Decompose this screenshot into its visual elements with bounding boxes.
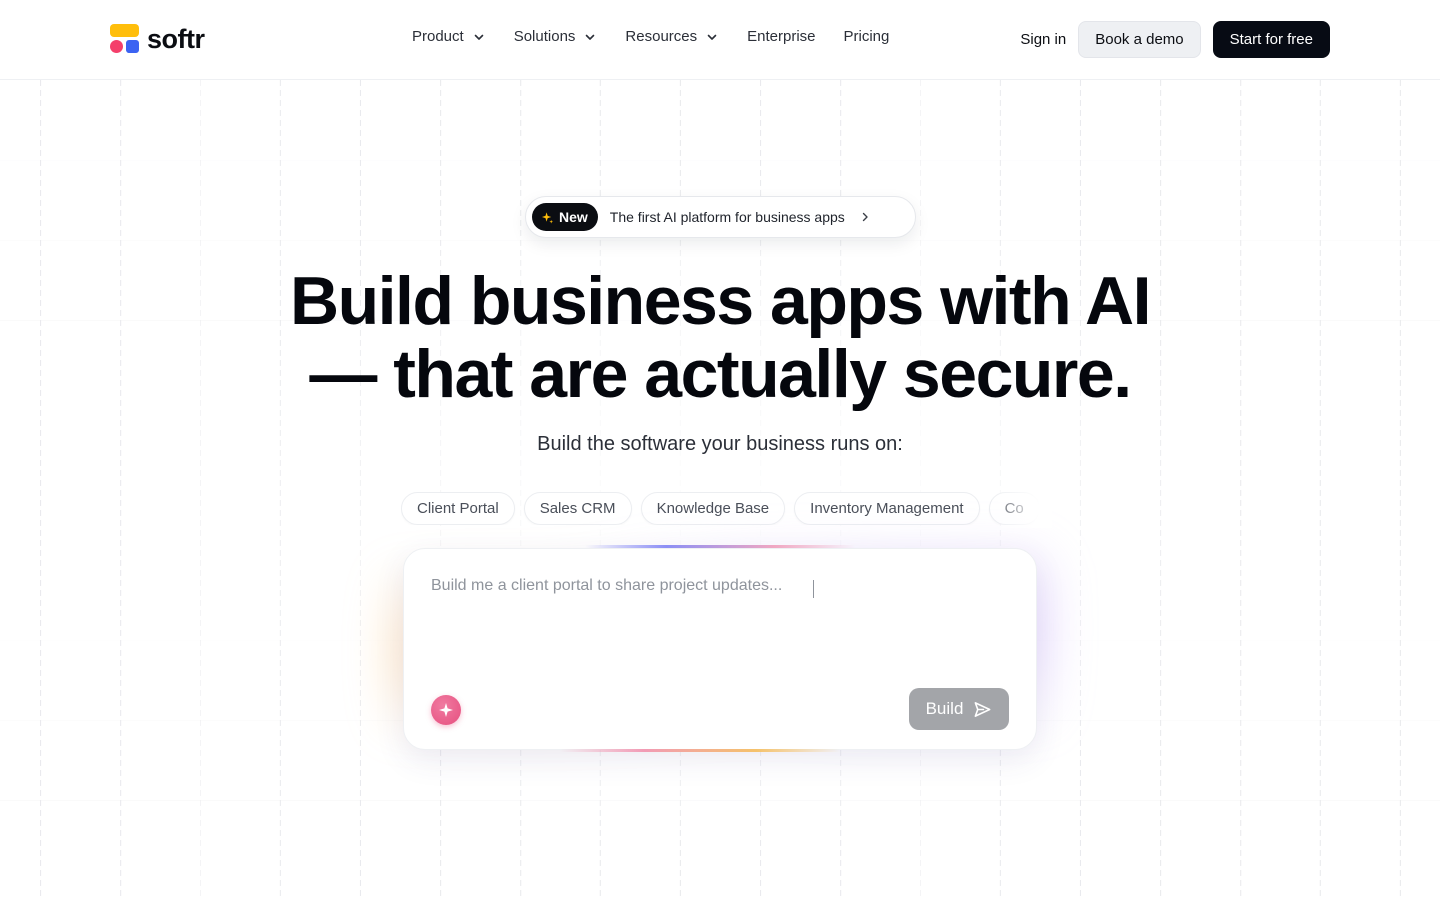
use-case-chips: Client Portal Sales CRM Knowledge Base I… xyxy=(401,492,1051,525)
prompt-gradient-top xyxy=(585,545,855,548)
nav-item-label: Product xyxy=(412,28,464,45)
sparkle-icon[interactable] xyxy=(431,695,461,725)
nav-item-label: Enterprise xyxy=(747,28,816,45)
nav-item-product[interactable]: Product xyxy=(412,28,486,45)
sign-in-link[interactable]: Sign in xyxy=(1020,31,1066,48)
build-button-label: Build xyxy=(925,699,964,718)
announcement-badge[interactable]: New The first AI platform for business a… xyxy=(525,196,916,238)
build-button[interactable]: Build xyxy=(909,688,1009,730)
send-icon xyxy=(974,701,991,717)
new-tag-label: New xyxy=(559,209,588,225)
logo-wordmark: softr xyxy=(147,24,205,54)
nav-item-pricing[interactable]: Pricing xyxy=(844,28,890,45)
chevron-down-icon xyxy=(586,34,595,40)
main-nav: Product Solutions Resources Enterprise P… xyxy=(412,28,889,45)
start-free-button[interactable]: Start for free xyxy=(1212,21,1330,58)
headline-line-2: — that are actually secure. xyxy=(309,336,1132,412)
prompt-input[interactable] xyxy=(431,577,991,595)
chip-client-portal[interactable]: Client Portal xyxy=(401,492,515,525)
nav-item-solutions[interactable]: Solutions xyxy=(514,28,598,45)
chips-fade-overlay xyxy=(990,488,1052,528)
hero-headline: Build business apps with AI — that are a… xyxy=(270,265,1170,411)
chevron-down-icon xyxy=(707,34,717,40)
headline-line-1: Build business apps with AI xyxy=(290,263,1151,339)
nav-item-label: Solutions xyxy=(513,28,576,45)
logo-mark-icon xyxy=(110,24,139,54)
header-actions: Sign in Book a demo Start for free xyxy=(1020,21,1330,58)
new-tag: New xyxy=(532,203,598,231)
sparkle-glyph xyxy=(439,703,453,717)
announcement-text: The first AI platform for business apps xyxy=(609,209,845,225)
hero-subheadline: Build the software your business runs on… xyxy=(537,433,903,455)
nav-item-resources[interactable]: Resources xyxy=(625,28,719,45)
sparkle-icon xyxy=(541,211,554,224)
chevron-right-icon xyxy=(862,212,868,222)
chip-knowledge-base[interactable]: Knowledge Base xyxy=(640,492,786,525)
nav-item-label: Resources xyxy=(625,28,698,45)
nav-item-enterprise[interactable]: Enterprise xyxy=(747,28,815,45)
chip-inventory-management[interactable]: Inventory Management xyxy=(794,492,980,525)
nav-item-label: Pricing xyxy=(843,28,890,45)
hero-section: New The first AI platform for business a… xyxy=(0,80,1440,900)
chevron-down-icon xyxy=(474,34,484,40)
text-caret xyxy=(813,580,814,598)
site-header: softr Product Solutions Resources Enterp… xyxy=(0,0,1440,80)
book-demo-button[interactable]: Book a demo xyxy=(1078,21,1201,58)
prompt-gradient-bottom xyxy=(560,749,840,752)
prompt-box: Build xyxy=(403,548,1037,750)
chip-sales-crm[interactable]: Sales CRM xyxy=(523,492,632,525)
softr-logo[interactable]: softr xyxy=(110,24,205,54)
